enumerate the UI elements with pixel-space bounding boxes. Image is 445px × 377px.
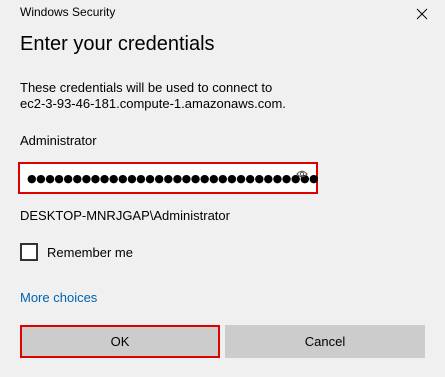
- remember-me-checkbox[interactable]: [20, 243, 38, 261]
- cancel-button[interactable]: Cancel: [225, 325, 425, 358]
- reveal-password-button[interactable]: [294, 166, 310, 182]
- window-title: Windows Security: [20, 5, 116, 19]
- connection-message-line1: These credentials will be used to connec…: [20, 80, 273, 95]
- remember-me-toggle[interactable]: Remember me: [20, 243, 133, 261]
- username-label: Administrator: [20, 133, 97, 148]
- password-mask: ●●●●●●●●●●●●●●●●●●●●●●●●●●●●●●●●: [27, 171, 319, 185]
- connection-message: These credentials will be used to connec…: [20, 80, 286, 112]
- password-highlight: ●●●●●●●●●●●●●●●●●●●●●●●●●●●●●●●●: [18, 162, 319, 194]
- credentials-dialog: Windows Security Enter your credentials …: [0, 0, 445, 377]
- more-choices-link[interactable]: More choices: [20, 290, 97, 305]
- eye-icon: [296, 170, 308, 178]
- dialog-heading: Enter your credentials: [20, 33, 215, 55]
- ok-button[interactable]: OK: [20, 325, 220, 358]
- remember-me-label: Remember me: [47, 244, 133, 260]
- password-field[interactable]: ●●●●●●●●●●●●●●●●●●●●●●●●●●●●●●●●: [24, 168, 319, 188]
- connection-message-host: ec2-3-93-46-181.compute-1.amazonaws.com.: [20, 96, 286, 111]
- close-icon: [416, 8, 428, 20]
- close-button[interactable]: [407, 0, 437, 28]
- account-name: DESKTOP-MNRJGAP\Administrator: [20, 208, 230, 223]
